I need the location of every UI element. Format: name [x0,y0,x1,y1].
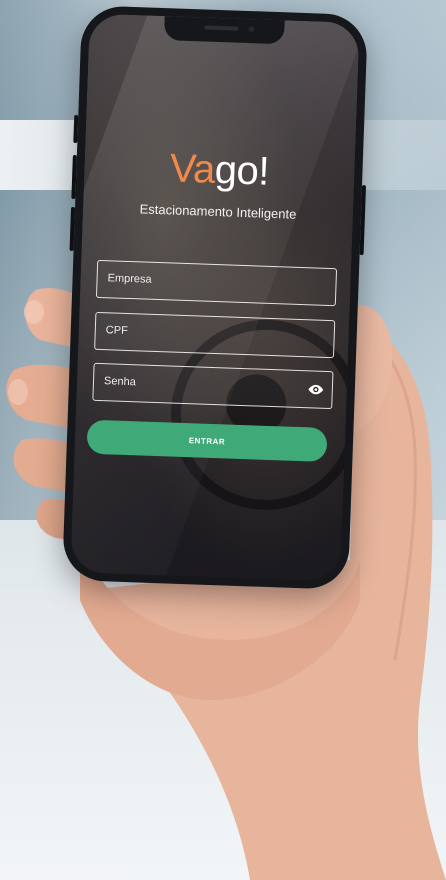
front-camera [248,26,255,33]
speaker-grille [204,25,239,31]
password-field-label: Senha [103,375,137,389]
phone-volume-down [69,206,76,252]
eye-icon[interactable] [308,381,325,398]
phone: Vago! Estacionamento Inteligente Empresa… [62,5,368,590]
company-field-label: Empresa [107,272,152,286]
logo-text-go: go! [214,147,270,194]
phone-mute-switch [73,114,79,144]
app-logo: Vago! [84,143,355,197]
login-screen: Vago! Estacionamento Inteligente Empresa… [70,13,360,582]
logo-text-va: Va [169,146,216,192]
cpf-field-label: CPF [105,324,128,337]
phone-notch [163,16,285,45]
phone-volume-up [71,154,77,200]
